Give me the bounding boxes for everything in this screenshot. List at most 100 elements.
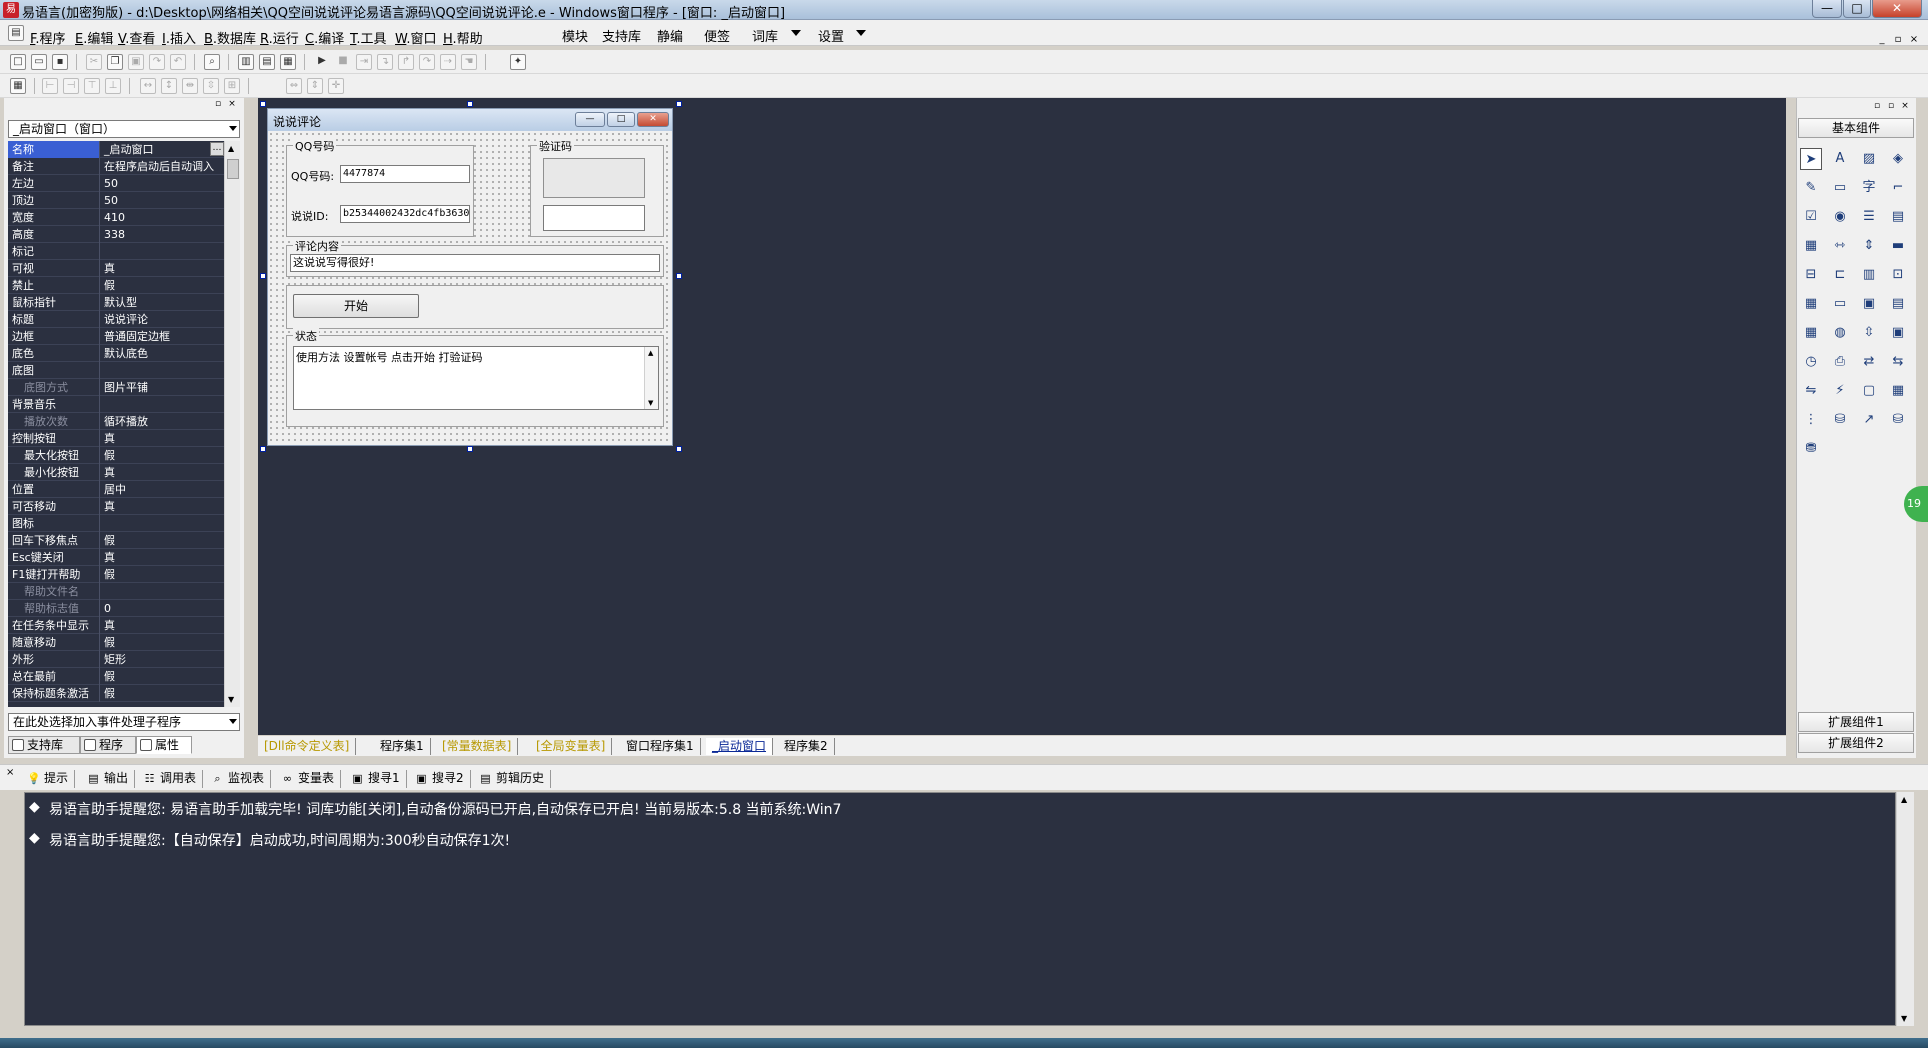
server-tool-icon[interactable]: ⇆ bbox=[1887, 351, 1909, 373]
new-file-icon[interactable]: □ bbox=[10, 54, 26, 70]
resize-handle[interactable] bbox=[676, 101, 682, 107]
resize-handle[interactable] bbox=[467, 101, 473, 107]
property-value[interactable] bbox=[102, 583, 224, 600]
menu-module[interactable]: 模块 bbox=[562, 26, 588, 45]
property-row[interactable]: 禁止假 bbox=[8, 277, 224, 294]
property-row[interactable]: 位置 居中 bbox=[8, 481, 224, 498]
scroll-down-icon[interactable]: ▼ bbox=[1901, 1014, 1907, 1023]
port-tool-icon[interactable]: ⇋ bbox=[1800, 380, 1822, 402]
resize-handle[interactable] bbox=[676, 273, 682, 279]
vscroll-tool-icon[interactable]: ⊏ bbox=[1829, 264, 1851, 286]
comment-input[interactable]: 这说说写得很好! bbox=[290, 254, 660, 272]
start-button[interactable]: 开始 bbox=[293, 294, 419, 318]
property-value[interactable]: 0 bbox=[102, 600, 224, 617]
status-scrollbar[interactable]: ▲ ▼ bbox=[644, 347, 658, 409]
close-icon[interactable]: × bbox=[6, 767, 14, 778]
timer-tool-icon[interactable]: ◷ bbox=[1800, 351, 1822, 373]
center-vertical-icon[interactable]: ⇕ bbox=[307, 78, 323, 94]
property-value[interactable]: 50 bbox=[102, 192, 224, 209]
status-textbox[interactable]: 使用方法 设置帐号 点击开始 打验证码 ▲ ▼ bbox=[293, 346, 659, 410]
grid-icon[interactable]: ▦ bbox=[10, 78, 26, 94]
table-tool-icon[interactable]: ▦ bbox=[1800, 322, 1822, 344]
odbc-provider-tool-icon[interactable]: ⛃ bbox=[1800, 438, 1822, 460]
property-row[interactable]: 播放次数 循环播放 bbox=[8, 413, 224, 430]
property-value[interactable]: 假 bbox=[102, 685, 224, 702]
mdi-restore-icon[interactable]: ▫ bbox=[1892, 34, 1904, 46]
network-tool-icon[interactable]: ◍ bbox=[1829, 322, 1851, 344]
property-row[interactable]: 鼠标指针 默认型 bbox=[8, 294, 224, 311]
splitter-tool-icon[interactable]: ⇳ bbox=[1858, 322, 1880, 344]
property-value[interactable]: 说说评论 bbox=[102, 311, 224, 328]
center-horizontal-icon[interactable]: ⇔ bbox=[286, 78, 302, 94]
captcha-groupbox[interactable]: 验证码 bbox=[530, 138, 664, 237]
tab-global-vars[interactable]: [全局变量表] bbox=[530, 738, 613, 755]
property-row[interactable]: 名称 _启动窗口… bbox=[8, 141, 224, 158]
property-value[interactable]: 循环播放 bbox=[102, 413, 224, 430]
step-icon[interactable]: ⇥ bbox=[356, 54, 372, 70]
menu-database[interactable]: B.数据库 bbox=[204, 28, 256, 47]
property-value[interactable]: 默认底色 bbox=[102, 345, 224, 362]
scroll-up-icon[interactable]: ▲ bbox=[228, 144, 234, 153]
tab-module2[interactable]: 程序集2 bbox=[778, 738, 835, 755]
resize-handle[interactable] bbox=[260, 446, 266, 452]
layout-bottom-icon[interactable]: ▤ bbox=[259, 54, 275, 70]
tab-program[interactable]: 程序 bbox=[80, 736, 136, 754]
property-value[interactable]: 真 bbox=[102, 260, 224, 277]
event-select[interactable]: 在此处选择加入事件处理子程序 bbox=[8, 713, 240, 731]
groupbox-tool-icon[interactable]: ▭ bbox=[1829, 177, 1851, 199]
space-horizontal-icon[interactable]: ⇹ bbox=[182, 78, 198, 94]
object-select[interactable]: _启动窗口（窗口） bbox=[8, 120, 240, 138]
property-value[interactable]: 假 bbox=[102, 447, 224, 464]
property-row[interactable]: F1键打开帮助假 bbox=[8, 566, 224, 583]
property-value[interactable]: _启动窗口 bbox=[102, 141, 224, 158]
align-bottom-icon[interactable]: ⊥ bbox=[105, 78, 121, 94]
pin-icon[interactable]: ▫ bbox=[212, 98, 224, 110]
step-into-icon[interactable]: ↴ bbox=[377, 54, 393, 70]
property-value[interactable]: 普通固定边框 bbox=[102, 328, 224, 345]
property-value[interactable]: 矩形 bbox=[102, 651, 224, 668]
property-row[interactable]: 保持标题条激活假 bbox=[8, 685, 224, 702]
run-icon[interactable]: ▶ bbox=[314, 54, 330, 70]
property-row[interactable]: 最大化按钮假 bbox=[8, 447, 224, 464]
image-button-tool-icon[interactable]: ▣ bbox=[1858, 293, 1880, 315]
chevron-down-icon[interactable] bbox=[856, 30, 866, 36]
tab-clip-history[interactable]: ▤ 剪辑历史 bbox=[476, 770, 552, 788]
database-tool-icon[interactable]: ⛁ bbox=[1829, 409, 1851, 431]
space-vertical-icon[interactable]: ⇳ bbox=[203, 78, 219, 94]
property-row[interactable]: Esc键关闭真 bbox=[8, 549, 224, 566]
tab-output[interactable]: ▤ 输出 bbox=[84, 770, 136, 788]
text-tool-icon[interactable]: 字 bbox=[1858, 177, 1880, 199]
pointer-tool-icon[interactable]: ➤ bbox=[1800, 148, 1822, 170]
copy-icon[interactable]: ❐ bbox=[107, 54, 123, 70]
property-row[interactable]: 底图 bbox=[8, 362, 224, 379]
property-row[interactable]: 图标 bbox=[8, 515, 224, 532]
property-value[interactable] bbox=[102, 515, 224, 532]
serial-tool-icon[interactable]: ⚡ bbox=[1829, 380, 1851, 402]
property-value[interactable]: 338 bbox=[102, 226, 224, 243]
property-value[interactable]: 410 bbox=[102, 209, 224, 226]
step-over-icon[interactable]: ↷ bbox=[419, 54, 435, 70]
shape-tool-icon[interactable]: ◈ bbox=[1887, 148, 1909, 170]
paste-icon[interactable]: ▣ bbox=[128, 54, 144, 70]
property-row[interactable]: 顶边 50 bbox=[8, 192, 224, 209]
align-left-icon[interactable]: ⊢ bbox=[42, 78, 58, 94]
property-row[interactable]: 可视真 bbox=[8, 260, 224, 277]
open-folder-icon[interactable]: ▭ bbox=[31, 54, 47, 70]
scroll-up-icon[interactable]: ▲ bbox=[1901, 795, 1907, 804]
menu-compile[interactable]: C.编译 bbox=[305, 28, 344, 47]
tab-startup-window[interactable]: _启动窗口 bbox=[706, 738, 774, 755]
picture-tool-icon[interactable]: ▨ bbox=[1858, 148, 1880, 170]
property-row[interactable]: 高度 338 bbox=[8, 226, 224, 243]
scroll-thumb[interactable] bbox=[227, 159, 239, 179]
radio-tool-icon[interactable]: ◉ bbox=[1829, 206, 1851, 228]
property-row[interactable]: 底色 默认底色 bbox=[8, 345, 224, 362]
menu-view[interactable]: V.查看 bbox=[118, 28, 155, 47]
document-tool-icon[interactable]: ▤ bbox=[1887, 293, 1909, 315]
menu-settings[interactable]: 设置 bbox=[818, 26, 844, 45]
captcha-input[interactable] bbox=[543, 205, 645, 231]
qq-input[interactable]: 4477874 bbox=[340, 165, 470, 183]
redo-icon[interactable]: ↷ bbox=[149, 54, 165, 70]
property-row[interactable]: 随意移动假 bbox=[8, 634, 224, 651]
close-icon[interactable]: × bbox=[1899, 100, 1911, 112]
property-row[interactable]: 标题 说说评论 bbox=[8, 311, 224, 328]
